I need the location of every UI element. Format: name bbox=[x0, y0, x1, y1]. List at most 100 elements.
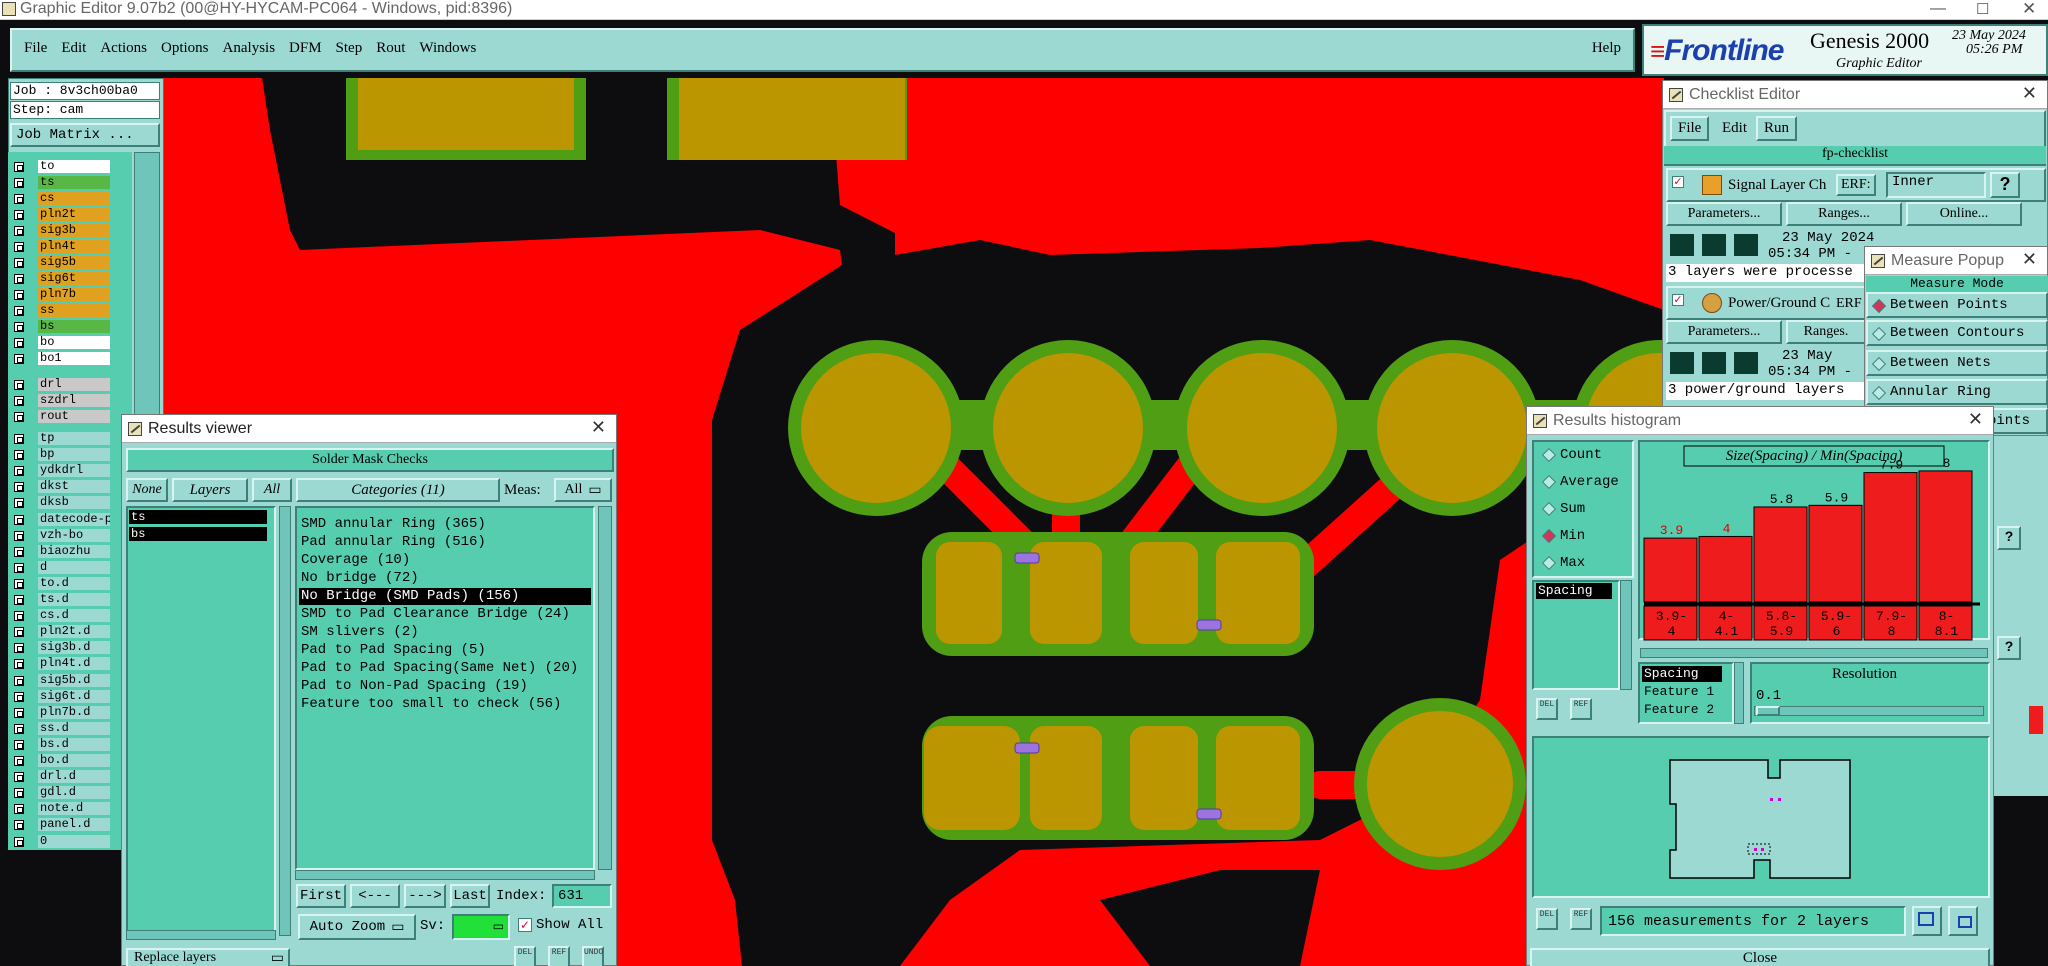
layer-row-bo1[interactable]: bo1 bbox=[10, 352, 110, 366]
layer-checkbox[interactable] bbox=[14, 194, 24, 204]
rv-undo-button[interactable]: UNDO bbox=[582, 946, 604, 966]
check-1-checkbox[interactable]: ✓ bbox=[1672, 176, 1684, 188]
zoom-fit-icon[interactable] bbox=[1912, 906, 1942, 936]
layer-row-pln4t[interactable]: pln4t bbox=[10, 240, 110, 254]
layer-row-pln2t.d[interactable]: pln2t.d bbox=[10, 625, 110, 639]
first-button[interactable]: First bbox=[296, 884, 346, 908]
layer-checkbox[interactable] bbox=[14, 306, 24, 316]
layer-row-ts.d[interactable]: ts.d bbox=[10, 593, 110, 607]
layer-checkbox[interactable] bbox=[14, 290, 24, 300]
layer-row-bo.d[interactable]: bo.d bbox=[10, 754, 110, 768]
layer-checkbox[interactable] bbox=[14, 178, 24, 188]
layer-checkbox[interactable] bbox=[14, 627, 24, 638]
layer-row-bp[interactable]: bp bbox=[10, 448, 110, 462]
layer-checkbox[interactable] bbox=[14, 675, 24, 686]
layer-row-ts[interactable]: ts bbox=[10, 176, 110, 190]
layer-row-pln7b[interactable]: pln7b bbox=[10, 288, 110, 302]
hist-chart-hscroll[interactable] bbox=[1640, 648, 1988, 658]
layer-checkbox[interactable] bbox=[14, 354, 24, 364]
next-button[interactable]: ---> bbox=[404, 884, 446, 908]
check-1-run-icon-1[interactable] bbox=[1668, 232, 1696, 258]
measure-popup-titlebar[interactable]: Measure Popup ✕ bbox=[1865, 247, 2047, 275]
rv-ref-button[interactable]: REF bbox=[548, 946, 570, 966]
auto-zoom-dropdown[interactable]: Auto Zoom ▭ bbox=[298, 914, 416, 940]
layer-row-sig6t.d[interactable]: sig6t.d bbox=[10, 689, 110, 704]
layer-row-datecode-p[interactable]: datecode-p bbox=[10, 512, 110, 527]
resolution-slider-handle[interactable] bbox=[1756, 706, 1780, 716]
layer-checkbox[interactable] bbox=[14, 562, 24, 573]
layer-checkbox[interactable] bbox=[14, 482, 24, 493]
categories-vscroll[interactable] bbox=[598, 506, 612, 870]
zoom-area-icon[interactable] bbox=[1948, 906, 1978, 936]
rv-layers-list[interactable] bbox=[126, 506, 276, 936]
layer-checkbox[interactable] bbox=[14, 595, 24, 605]
layer-checkbox[interactable] bbox=[14, 707, 24, 718]
layer-checkbox[interactable] bbox=[14, 242, 24, 252]
category-item[interactable]: SM slivers (2) bbox=[299, 624, 419, 641]
rv-layers-hscroll[interactable] bbox=[126, 930, 276, 940]
layer-checkbox[interactable] bbox=[14, 434, 24, 444]
checklist-menu-edit[interactable]: Edit bbox=[1722, 120, 1747, 137]
close-icon[interactable]: ✕ bbox=[2022, 249, 2037, 270]
layer-row-d[interactable]: d bbox=[10, 560, 110, 575]
layer-checkbox[interactable] bbox=[14, 739, 24, 750]
categories-hscroll[interactable] bbox=[295, 870, 595, 880]
close-icon[interactable]: ✕ bbox=[2022, 83, 2037, 104]
layer-checkbox[interactable] bbox=[14, 380, 24, 390]
category-item[interactable]: Pad to Non-Pad Spacing (19) bbox=[299, 678, 528, 695]
layer-checkbox[interactable] bbox=[14, 643, 24, 654]
menu-file[interactable]: File bbox=[24, 40, 47, 57]
mode-between-contours[interactable]: Between Contours bbox=[1866, 320, 2048, 346]
layer-row-panel.d[interactable]: panel.d bbox=[10, 818, 110, 832]
mode-between-nets[interactable]: Between Nets bbox=[1866, 350, 2048, 376]
layer-list[interactable]: to ts cs pln2t sig3b pln4t sig5b sig6t pln7b ss bs… bbox=[8, 152, 132, 850]
opt-average[interactable]: Average bbox=[1538, 471, 1634, 493]
show-all-checkbox[interactable]: ✓ bbox=[518, 918, 532, 932]
layer-checkbox[interactable] bbox=[14, 804, 24, 815]
category-item[interactable]: Pad annular Ring (516) bbox=[299, 534, 486, 551]
minimize-icon[interactable]: — bbox=[1930, 0, 1946, 18]
index-input[interactable]: 631 bbox=[552, 884, 612, 908]
check-1-run-icon-3[interactable] bbox=[1732, 232, 1760, 258]
hist-field-scroll[interactable] bbox=[1620, 580, 1632, 690]
layer-row-vzh-bo[interactable]: vzh-bo bbox=[10, 528, 110, 543]
layer-row-sig5b[interactable]: sig5b bbox=[10, 256, 110, 270]
layer-row-note.d[interactable]: note.d bbox=[10, 802, 110, 816]
layer-row-gdl.d[interactable]: gdl.d bbox=[10, 786, 110, 800]
layer-row-pln2t[interactable]: pln2t bbox=[10, 208, 110, 222]
layer-row-pln4t.d[interactable]: pln4t.d bbox=[10, 657, 110, 671]
layer-row-rout[interactable]: rout bbox=[10, 410, 110, 424]
maximize-icon[interactable]: ☐ bbox=[1976, 0, 1989, 18]
opt-sum[interactable]: Sum bbox=[1538, 498, 1634, 520]
histogram-chart[interactable]: Size(Spacing) / Min(Spacing)3.93.9-444-4… bbox=[1640, 442, 1988, 658]
histogram-titlebar[interactable]: Results histogram ✕ bbox=[1527, 407, 1993, 435]
category-item[interactable]: No bridge (72) bbox=[299, 570, 419, 587]
check-2-run-icon-1[interactable] bbox=[1668, 350, 1696, 376]
results-viewer-titlebar[interactable]: Results viewer ✕ bbox=[122, 415, 616, 443]
layer-row-cs.d[interactable]: cs.d bbox=[10, 609, 110, 623]
layer-checkbox[interactable] bbox=[14, 412, 24, 422]
check-1-parameters-button[interactable]: Parameters... bbox=[1666, 202, 1782, 226]
opt-max[interactable]: Max bbox=[1538, 552, 1634, 574]
layer-checkbox[interactable] bbox=[14, 756, 24, 766]
hist-del-button[interactable]: DEL bbox=[1536, 698, 1558, 720]
check-2-checkbox[interactable]: ✓ bbox=[1672, 294, 1684, 306]
hist-field-spacing[interactable]: Spacing bbox=[1536, 583, 1612, 599]
check-1-run-icon-2[interactable] bbox=[1700, 232, 1728, 258]
layer-checkbox[interactable] bbox=[14, 836, 24, 847]
all-button[interactable]: All bbox=[252, 478, 292, 502]
layer-checkbox[interactable] bbox=[14, 450, 24, 461]
resolution-slider[interactable] bbox=[1754, 706, 1984, 716]
layer-row-sig3b[interactable]: sig3b bbox=[10, 224, 110, 238]
layer-checkbox[interactable] bbox=[14, 546, 24, 557]
layer-checkbox[interactable] bbox=[14, 772, 24, 783]
menu-actions[interactable]: Actions bbox=[100, 40, 147, 57]
layer-checkbox[interactable] bbox=[14, 258, 24, 268]
layer-row-dkst[interactable]: dkst bbox=[10, 480, 110, 494]
checklist-menu-run[interactable]: Run bbox=[1756, 116, 1798, 141]
mode-between-points[interactable]: Between Points bbox=[1866, 292, 2048, 318]
layer-row-tp[interactable]: tp bbox=[10, 432, 110, 446]
layer-checkbox[interactable] bbox=[14, 820, 24, 831]
histogram-close-button[interactable]: Close bbox=[1530, 948, 1990, 966]
layer-checkbox[interactable] bbox=[14, 578, 24, 589]
